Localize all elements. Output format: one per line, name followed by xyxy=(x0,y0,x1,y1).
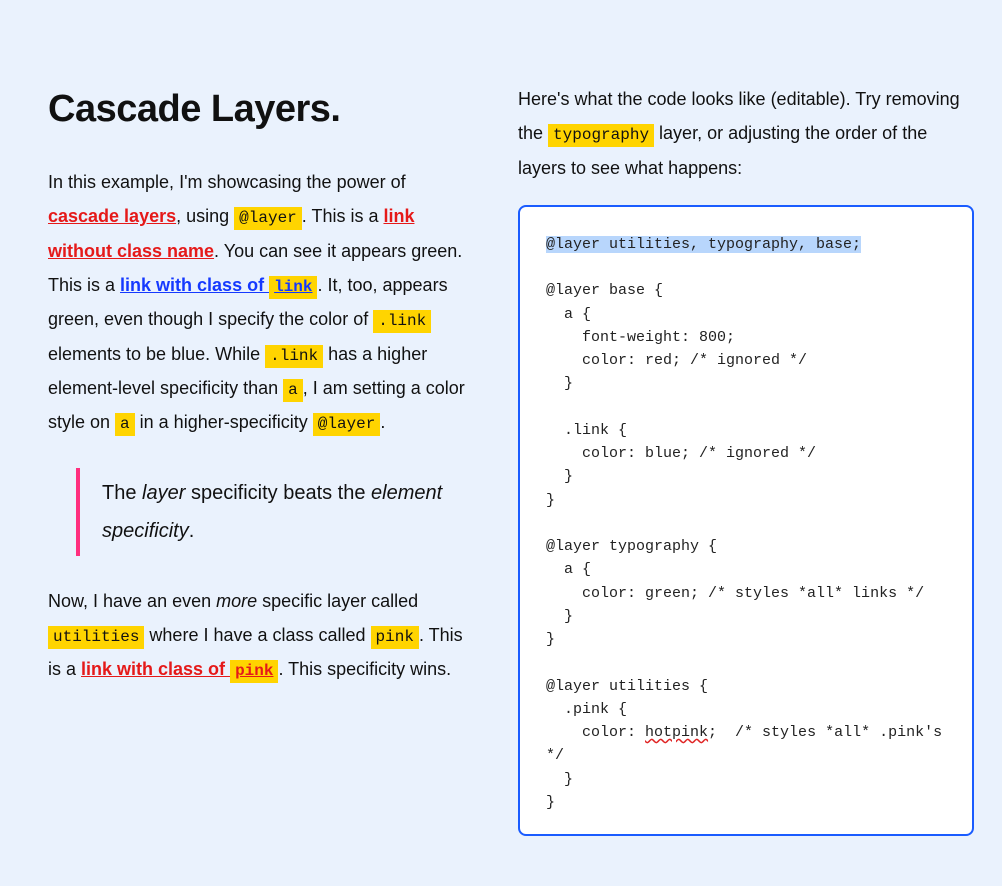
blockquote: The layer specificity beats the element … xyxy=(76,468,478,556)
text: . xyxy=(189,520,195,542)
editor-intro: Here's what the code looks like (editabl… xyxy=(518,82,974,185)
text: elements to be blue. While xyxy=(48,344,265,364)
text: . xyxy=(380,412,385,432)
code-line: color: blue; /* ignored */ xyxy=(546,445,816,462)
code-typography: typography xyxy=(548,124,654,147)
text: in a higher-specificity xyxy=(135,412,313,432)
paragraph-2: Now, I have an even more specific layer … xyxy=(48,584,478,687)
code-line: color: red; /* ignored */ xyxy=(546,352,807,369)
code-line: color: xyxy=(546,724,645,741)
paragraph-1: In this example, I'm showcasing the powe… xyxy=(48,165,478,440)
link-cascade-layers[interactable]: cascade layers xyxy=(48,206,176,226)
code-layer: @layer xyxy=(234,207,302,230)
text: , using xyxy=(176,206,234,226)
text: The xyxy=(102,482,142,504)
code-a: a xyxy=(283,379,303,402)
link-with-class-link[interactable]: link with class of link xyxy=(120,275,317,295)
text: specificity beats the xyxy=(185,482,371,504)
code-line: color: green; /* styles *all* links */ xyxy=(546,585,924,602)
text: . This is a xyxy=(302,206,384,226)
link-label: link with class of xyxy=(81,659,230,679)
spellcheck-squiggle: hotpink xyxy=(645,724,708,741)
code-utilities: utilities xyxy=(48,626,144,649)
editor-selection: @layer utilities, typography, base; xyxy=(546,236,861,253)
link-with-class-pink[interactable]: link with class of pink xyxy=(81,659,278,679)
emphasis: layer xyxy=(142,482,185,504)
code-line: } xyxy=(546,492,555,509)
text: In this example, I'm showcasing the powe… xyxy=(48,172,406,192)
code-line: font-weight: 800; xyxy=(546,329,735,346)
code-link-in-link: link xyxy=(269,276,317,299)
code-line: } xyxy=(546,608,573,625)
code-pink: pink xyxy=(371,626,419,649)
code-line: } xyxy=(546,631,555,648)
code-line: } xyxy=(546,771,573,788)
code-line: } xyxy=(546,794,555,811)
text: . This specificity wins. xyxy=(278,659,451,679)
page-title: Cascade Layers. xyxy=(48,88,478,131)
page: Cascade Layers. In this example, I'm sho… xyxy=(0,0,1002,886)
code-a: a xyxy=(115,413,135,436)
link-label: link with class of xyxy=(120,275,269,295)
text: Now, I have an even xyxy=(48,591,216,611)
code-dotlink: .link xyxy=(373,310,431,333)
code-line: } xyxy=(546,468,573,485)
code-line: a { xyxy=(546,306,591,323)
code-line: a { xyxy=(546,561,591,578)
emphasis: more xyxy=(216,591,257,611)
code-line: @layer typography { xyxy=(546,538,717,555)
text: where I have a class called xyxy=(144,625,370,645)
code-editor[interactable]: @layer utilities, typography, base; @lay… xyxy=(518,205,974,836)
left-column: Cascade Layers. In this example, I'm sho… xyxy=(48,50,478,705)
code-layer: @layer xyxy=(313,413,381,436)
code-line: .link { xyxy=(546,422,627,439)
code-pink-in-link: pink xyxy=(230,660,278,683)
code-line: .pink { xyxy=(546,701,627,718)
code-dotlink: .link xyxy=(265,345,323,368)
text: specific layer called xyxy=(257,591,418,611)
code-line: } xyxy=(546,375,573,392)
code-line: @layer utilities { xyxy=(546,678,708,695)
right-column: Here's what the code looks like (editabl… xyxy=(518,50,974,836)
code-line: @layer base { xyxy=(546,282,663,299)
